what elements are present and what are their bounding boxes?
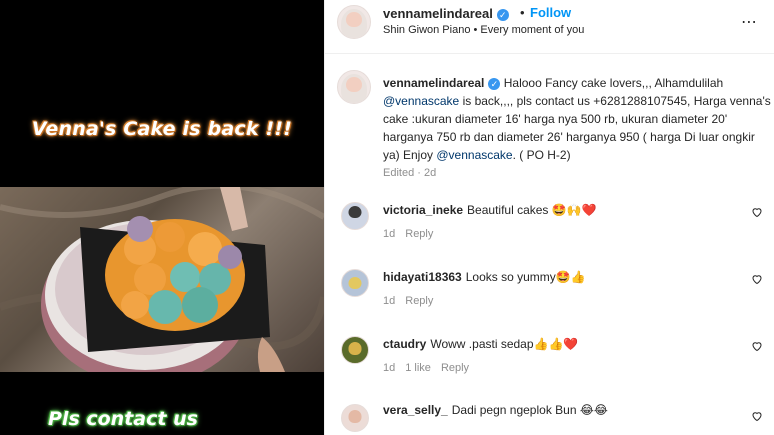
comment-text: Woww .pasti sedap	[430, 337, 534, 351]
comment-emoji: 👍👍❤️	[533, 337, 579, 351]
comment-item: vera_selly_ Dadi pegn ngeplok Bun 😂😂	[325, 398, 774, 435]
avatar-face	[348, 410, 362, 423]
post-media[interactable]: Venna's Cake is back !!! Pls contact us	[0, 0, 324, 435]
reply-button[interactable]: Reply	[405, 295, 433, 307]
comment-body: victoria_ineke Beautiful cakes 🤩🙌❤️	[383, 202, 597, 218]
comment-body: ctaudry Woww .pasti sedap👍👍❤️	[383, 336, 578, 352]
comment-age: 1d	[383, 362, 396, 374]
comment-body: vera_selly_ Dadi pegn ngeplok Bun 😂😂	[383, 402, 608, 418]
caption-username[interactable]: vennamelindareal	[383, 76, 484, 90]
header-separator: •	[520, 5, 525, 20]
comment-meta: 1d Reply	[383, 295, 443, 307]
avatar-face	[348, 276, 362, 289]
comment-body: hidayati18363 Looks so yummy🤩👍	[383, 269, 586, 285]
comment-emoji: 😂😂	[579, 403, 608, 417]
caption-text: vennamelindareal ✓ Halooo Fancy cake love…	[383, 74, 773, 164]
caption-mention-1[interactable]: @vennascake	[383, 94, 459, 108]
video-overlay-cta: Pls contact us	[48, 408, 198, 430]
caption-avatar[interactable]	[337, 70, 371, 104]
caption-text-part-3: . ( PO H-2)	[512, 148, 571, 162]
caption-mention-2[interactable]: @vennascake	[436, 148, 512, 162]
comment-text: Looks so yummy	[465, 270, 556, 284]
avatar[interactable]	[337, 5, 371, 39]
verified-badge-icon: ✓	[488, 77, 501, 90]
verified-badge-icon: ✓	[496, 8, 509, 21]
comment-username[interactable]: vera_selly_	[383, 403, 448, 417]
comment-emoji: 🤩👍	[555, 270, 586, 284]
video-overlay-title: Venna's Cake is back !!!	[31, 118, 293, 140]
more-options-icon[interactable]: ⋯	[741, 12, 758, 32]
comment-avatar[interactable]	[341, 202, 369, 230]
comment-meta: 1d 1 like Reply	[383, 362, 479, 374]
post-details-panel: vennamelindareal ✓ • Follow Shin Giwon Pi…	[324, 0, 774, 435]
comment-item: hidayati18363 Looks so yummy🤩👍 1d Reply	[325, 265, 774, 325]
comment-meta: 1d Reply	[383, 228, 443, 240]
comment-username[interactable]: ctaudry	[383, 337, 426, 351]
avatar-face	[346, 76, 362, 93]
follow-button[interactable]: Follow	[530, 5, 571, 20]
avatar-face	[348, 205, 362, 219]
header-username-text[interactable]: vennamelindareal	[383, 6, 493, 21]
comment-item: ctaudry Woww .pasti sedap👍👍❤️ 1d 1 like Rep…	[325, 332, 774, 392]
comment-avatar[interactable]	[341, 269, 369, 297]
reply-button[interactable]: Reply	[441, 362, 469, 374]
like-heart-icon[interactable]	[751, 273, 763, 285]
instagram-post-view: Venna's Cake is back !!! Pls contact us …	[0, 0, 774, 435]
comment-likes[interactable]: 1 like	[405, 362, 431, 374]
comment-avatar[interactable]	[341, 404, 369, 432]
like-heart-icon[interactable]	[751, 206, 763, 218]
comment-age: 1d	[383, 295, 396, 307]
comment-age: 1d	[383, 228, 396, 240]
comment-item: victoria_ineke Beautiful cakes 🤩🙌❤️ 1d Rep…	[325, 198, 774, 258]
comment-text: Beautiful cakes	[467, 203, 549, 217]
caption-edited-timestamp: Edited · 2d	[383, 167, 437, 179]
comment-emoji: 🤩🙌❤️	[551, 203, 597, 217]
avatar-face	[346, 11, 362, 28]
like-heart-icon[interactable]	[751, 410, 763, 422]
comment-avatar[interactable]	[341, 336, 369, 364]
audio-track-label[interactable]: Shin Giwon Piano • Every moment of you	[383, 24, 584, 36]
header-username[interactable]: vennamelindareal ✓	[383, 6, 509, 21]
avatar-face	[348, 342, 362, 355]
comment-username[interactable]: hidayati18363	[383, 270, 462, 284]
comment-text: Dadi pegn ngeplok Bun	[451, 403, 577, 417]
cake-illustration	[0, 187, 324, 372]
reply-button[interactable]: Reply	[405, 228, 433, 240]
caption-text-part-1: Halooo Fancy cake lovers,,, Alhamdulilah	[500, 76, 724, 90]
like-heart-icon[interactable]	[751, 340, 763, 352]
cake-video-frame[interactable]	[0, 187, 324, 372]
comment-username[interactable]: victoria_ineke	[383, 203, 463, 217]
post-header: vennamelindareal ✓ • Follow Shin Giwon Pi…	[325, 0, 774, 54]
